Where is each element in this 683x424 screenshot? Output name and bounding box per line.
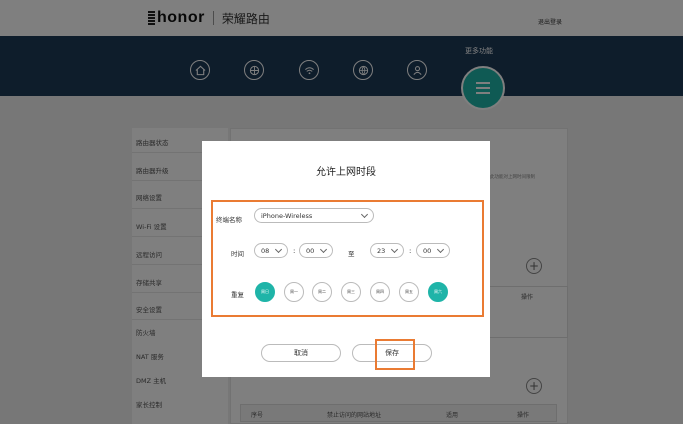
day-toggle-wed[interactable]: 周三: [341, 282, 361, 302]
chevron-down-icon: [390, 245, 399, 254]
start-minute-value: 00: [306, 246, 315, 255]
dialog-title: 允许上网时段: [316, 167, 376, 178]
cancel-button[interactable]: 取消: [261, 344, 341, 362]
time-colon: :: [409, 247, 412, 255]
day-toggle-thu[interactable]: 周四: [370, 282, 390, 302]
repeat-label: 重复: [231, 291, 244, 299]
day-toggle-fri[interactable]: 周五: [399, 282, 419, 302]
day-toggle-mon[interactable]: 周一: [284, 282, 304, 302]
day-toggle-sun[interactable]: 周日: [255, 282, 275, 302]
end-hour-select[interactable]: 23: [370, 243, 404, 258]
device-select[interactable]: iPhone-Wireless: [254, 208, 374, 223]
access-schedule-dialog: 允许上网时段 终端名称 iPhone-Wireless 时间 08 : 00 至…: [202, 141, 490, 377]
day-toggle-tue[interactable]: 周二: [312, 282, 332, 302]
chevron-down-icon: [319, 245, 328, 254]
start-minute-select[interactable]: 00: [299, 243, 333, 258]
day-toggle-sat[interactable]: 周六: [428, 282, 448, 302]
time-colon: :: [293, 247, 296, 255]
end-hour-value: 23: [377, 246, 386, 255]
end-minute-value: 00: [423, 246, 432, 255]
chevron-down-icon: [436, 245, 445, 254]
save-highlight-box: [375, 339, 415, 370]
end-minute-select[interactable]: 00: [416, 243, 450, 258]
device-label: 终端名称: [216, 216, 242, 224]
to-label: 至: [348, 250, 355, 258]
device-value: iPhone-Wireless: [261, 211, 313, 220]
chevron-down-icon: [360, 210, 369, 219]
time-label: 时间: [231, 250, 244, 258]
start-hour-select[interactable]: 08: [254, 243, 288, 258]
chevron-down-icon: [274, 245, 283, 254]
start-hour-value: 08: [261, 246, 270, 255]
